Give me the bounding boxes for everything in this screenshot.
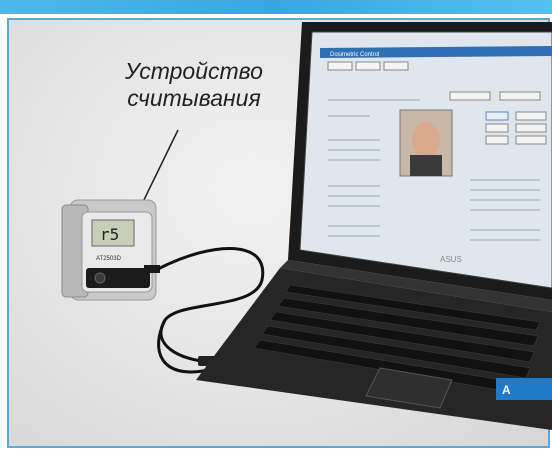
app-tab-1: [327, 61, 353, 71]
reader-lcd-value: r5: [100, 225, 119, 244]
caption-line-1: Устройство: [125, 58, 263, 84]
app-title: Dosimetric Control: [330, 52, 379, 58]
caption: Устройство считывания: [104, 58, 284, 112]
caption-pointer-line: [139, 129, 179, 209]
reader-device: r5 AT2503D: [61, 199, 160, 301]
laptop-brand: ASUS: [440, 255, 462, 264]
svg-text:A: A: [502, 383, 511, 397]
caption-line-2: считывания: [127, 85, 261, 111]
reader-model-label: AT2503D: [96, 256, 122, 262]
reader-button: [94, 272, 106, 284]
app-tab-3: [383, 61, 409, 71]
app-tab-2: [355, 61, 381, 71]
